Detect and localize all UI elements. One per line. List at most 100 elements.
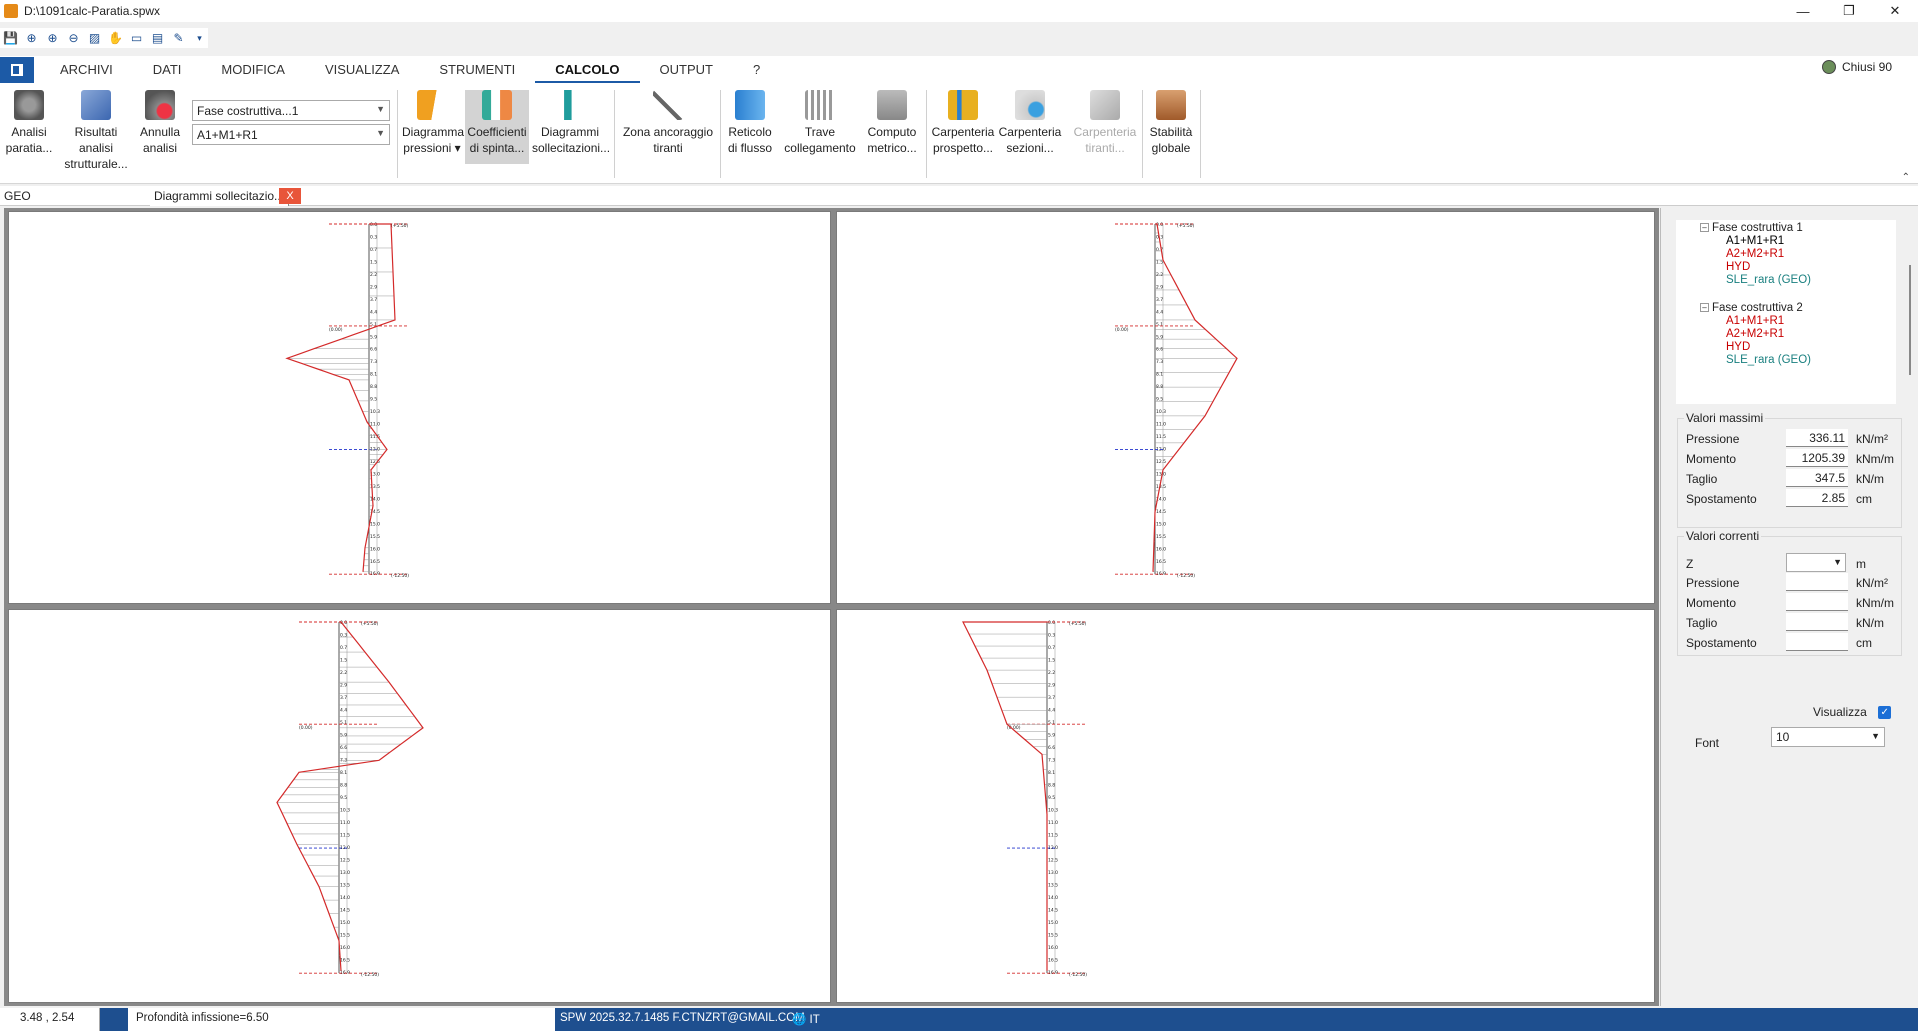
tree-leaf[interactable]: SLE_rara (GEO) — [1726, 274, 1811, 286]
chart-icon[interactable]: ✎ — [170, 30, 187, 47]
depth-label: 15.0 — [1048, 920, 1058, 926]
menu-item-output[interactable]: OUTPUT — [640, 57, 733, 83]
coefficienti-spinta-button[interactable]: Coefficienti di spinta... — [465, 90, 529, 164]
reticolo-flusso-button[interactable]: Reticolo di flusso — [724, 90, 776, 156]
field-value[interactable]: 2.85 — [1786, 489, 1848, 507]
user-box[interactable]: Chiusi 90 — [1821, 60, 1892, 74]
field-value[interactable]: 336.11 — [1786, 429, 1848, 447]
field-value[interactable] — [1786, 593, 1848, 611]
menu-item-strumenti[interactable]: STRUMENTI — [419, 57, 535, 83]
field-unit: kNm/m — [1856, 596, 1894, 610]
zoom-window-icon[interactable]: ▨ — [86, 30, 103, 47]
zona-ancoraggio-button[interactable]: Zona ancoraggio tiranti — [620, 90, 716, 156]
tree-node-fase2[interactable]: – Fase costruttiva 2 — [1700, 302, 1803, 314]
field-value[interactable]: 347.5 — [1786, 469, 1848, 487]
close-window-button[interactable]: ✕ — [1872, 0, 1918, 22]
depth-label: 16.0 — [1156, 546, 1166, 552]
moment-diagram[interactable]: 0.0 0.3 0.7 1.5 2.2 2.9 3.7 4.4 5.1 5.9 6.6 7.3 8.1 8… — [836, 211, 1655, 604]
collapse-icon[interactable]: – — [1700, 303, 1709, 313]
carpenteria-prospetto-button[interactable]: Carpenteria prospetto... — [930, 90, 996, 156]
layers-icon[interactable]: ▭ — [128, 30, 145, 47]
restore-button[interactable]: ❐ — [1826, 0, 1872, 22]
field-value[interactable]: 1205.39 — [1786, 449, 1848, 467]
rebar-section-icon — [1015, 90, 1045, 120]
carpenteria-sezioni-button[interactable]: Carpenteria sezioni... — [998, 90, 1062, 156]
tree-leaf[interactable]: HYD — [1726, 261, 1750, 273]
font-select[interactable]: 10 ▼ — [1771, 727, 1885, 747]
tree-leaf[interactable]: A2+M2+R1 — [1726, 328, 1784, 340]
computo-metrico-button[interactable]: Computo metrico... — [864, 90, 920, 156]
save-icon[interactable]: 💾 — [2, 30, 19, 47]
close-tab-button[interactable]: X — [279, 188, 301, 204]
combinazione-combo[interactable]: A1+M1+R1 ▼ — [192, 124, 390, 145]
collapse-icon[interactable]: – — [1700, 223, 1709, 233]
menu-item-visualizza[interactable]: VISUALIZZA — [305, 57, 419, 83]
pan-hand-icon[interactable]: ✋ — [107, 30, 124, 47]
diagrammi-sollecitazioni-button[interactable]: Diagrammi sollecitazioni... — [532, 90, 610, 156]
field-unit: kNm/m — [1856, 452, 1894, 466]
tab-diagrammi[interactable]: Diagrammi sollecitazio... — [150, 188, 290, 206]
depth-label: 3.7 — [340, 695, 347, 701]
ribbon-separator — [1200, 90, 1201, 178]
ribbon-separator — [397, 90, 398, 178]
shear-diagram[interactable]: 0.0 0.3 0.7 1.5 2.2 2.9 3.7 4.4 5.1 5.9 6.6 7.3 8.1 8… — [8, 609, 831, 1003]
menu-item-archivi[interactable]: ARCHIVI — [40, 57, 133, 83]
menu-item-dati[interactable]: DATI — [133, 57, 202, 83]
properties-icon[interactable]: ▤ — [149, 30, 166, 47]
depth-label: 11.0 — [1156, 422, 1166, 428]
minimize-button[interactable]: — — [1780, 0, 1826, 22]
depth-label: 5.9 — [1048, 733, 1055, 739]
depth-label: 8.1 — [1048, 770, 1055, 776]
field-value[interactable] — [1786, 613, 1848, 631]
tree-leaf[interactable]: SLE_rara (GEO) — [1726, 354, 1811, 366]
displacement-diagram[interactable]: 0.0 0.3 0.7 1.5 2.2 2.9 3.7 4.4 5.1 5.9 6.6 7.3 8.1 8… — [836, 609, 1655, 1003]
diagramma-pressioni-button[interactable]: Diagramma pressioni ▾ — [402, 90, 464, 156]
collapse-ribbon-icon[interactable]: ⌃ — [1902, 172, 1910, 183]
depth-label: 13.5 — [1156, 484, 1166, 490]
ribbon-separator — [1142, 90, 1143, 178]
tree-leaf[interactable]: A1+M1+R1 — [1726, 315, 1784, 327]
depth-label: 13.0 — [1048, 870, 1058, 876]
tree-node-fase1[interactable]: – Fase costruttiva 1 — [1700, 222, 1803, 234]
menu-item-help[interactable]: ? — [733, 57, 780, 83]
visualizza-toggle[interactable]: Visualizza ✓ — [1813, 705, 1892, 720]
trave-collegamento-button[interactable]: Trave collegamento — [782, 90, 858, 156]
field-value[interactable] — [1786, 573, 1848, 591]
file-menu-button[interactable] — [0, 57, 34, 83]
tab-geo[interactable]: GEO — [4, 189, 31, 203]
ribbon: Analisi paratia... Risultati analisi str… — [0, 84, 1918, 184]
field-value[interactable] — [1786, 633, 1848, 651]
ribbon-separator — [926, 90, 927, 178]
z-dropdown[interactable]: ▼ — [1786, 553, 1846, 572]
depth-label: 10.3 — [340, 808, 350, 814]
tree-leaf[interactable]: A2+M2+R1 — [1726, 248, 1784, 260]
tree-scrollbar[interactable] — [1909, 265, 1911, 375]
language-status[interactable]: 🌐 IT — [792, 1012, 820, 1026]
zoom-in-icon[interactable]: ⊕ — [44, 30, 61, 47]
depth-label: 14.5 — [340, 908, 350, 914]
customize-dropdown-icon[interactable]: ▾ — [191, 30, 208, 47]
depth-label: 15.0 — [1156, 521, 1166, 527]
pressure-diagram[interactable]: 0.0 0.3 0.7 1.5 2.2 2.9 3.7 4.4 5.1 5.9 6.6 7.3 8.1 8… — [8, 211, 831, 604]
font-label: Font — [1695, 736, 1720, 750]
risultati-analisi-button[interactable]: Risultati analisi strutturale... — [56, 90, 136, 172]
zoom-all-icon[interactable]: ⊕ — [23, 30, 40, 47]
field-unit: kN/m² — [1856, 432, 1888, 446]
tree-leaf[interactable]: HYD — [1726, 341, 1750, 353]
tree-leaf[interactable]: A1+M1+R1 — [1726, 235, 1784, 247]
menu-item-modifica[interactable]: MODIFICA — [201, 57, 305, 83]
menu-item-calcolo[interactable]: CALCOLO — [535, 57, 640, 83]
carpenteria-tiranti-button: Carpenteria tiranti... — [1072, 90, 1138, 156]
zoom-out-icon[interactable]: ⊖ — [65, 30, 82, 47]
fase-combo[interactable]: Fase costruttiva...1 ▼ — [192, 100, 390, 121]
stabilita-globale-button[interactable]: Stabilità globale — [1146, 90, 1196, 156]
mid-level-label: (0.00) — [1115, 327, 1129, 333]
annulla-analisi-button[interactable]: Annulla analisi — [138, 90, 182, 156]
depth-label: 7.3 — [1156, 359, 1163, 365]
field-unit: cm — [1856, 636, 1872, 650]
check-icon[interactable]: ✓ — [1878, 706, 1892, 720]
depth-label: 14.0 — [370, 496, 380, 502]
analisi-paratia-button[interactable]: Analisi paratia... — [4, 90, 54, 156]
mid-level-label: (0.00) — [329, 327, 343, 333]
results-panel: – Fase costruttiva 1 A1+M1+R1 A2+M2+R1 HYD S… — [1660, 208, 1918, 1006]
